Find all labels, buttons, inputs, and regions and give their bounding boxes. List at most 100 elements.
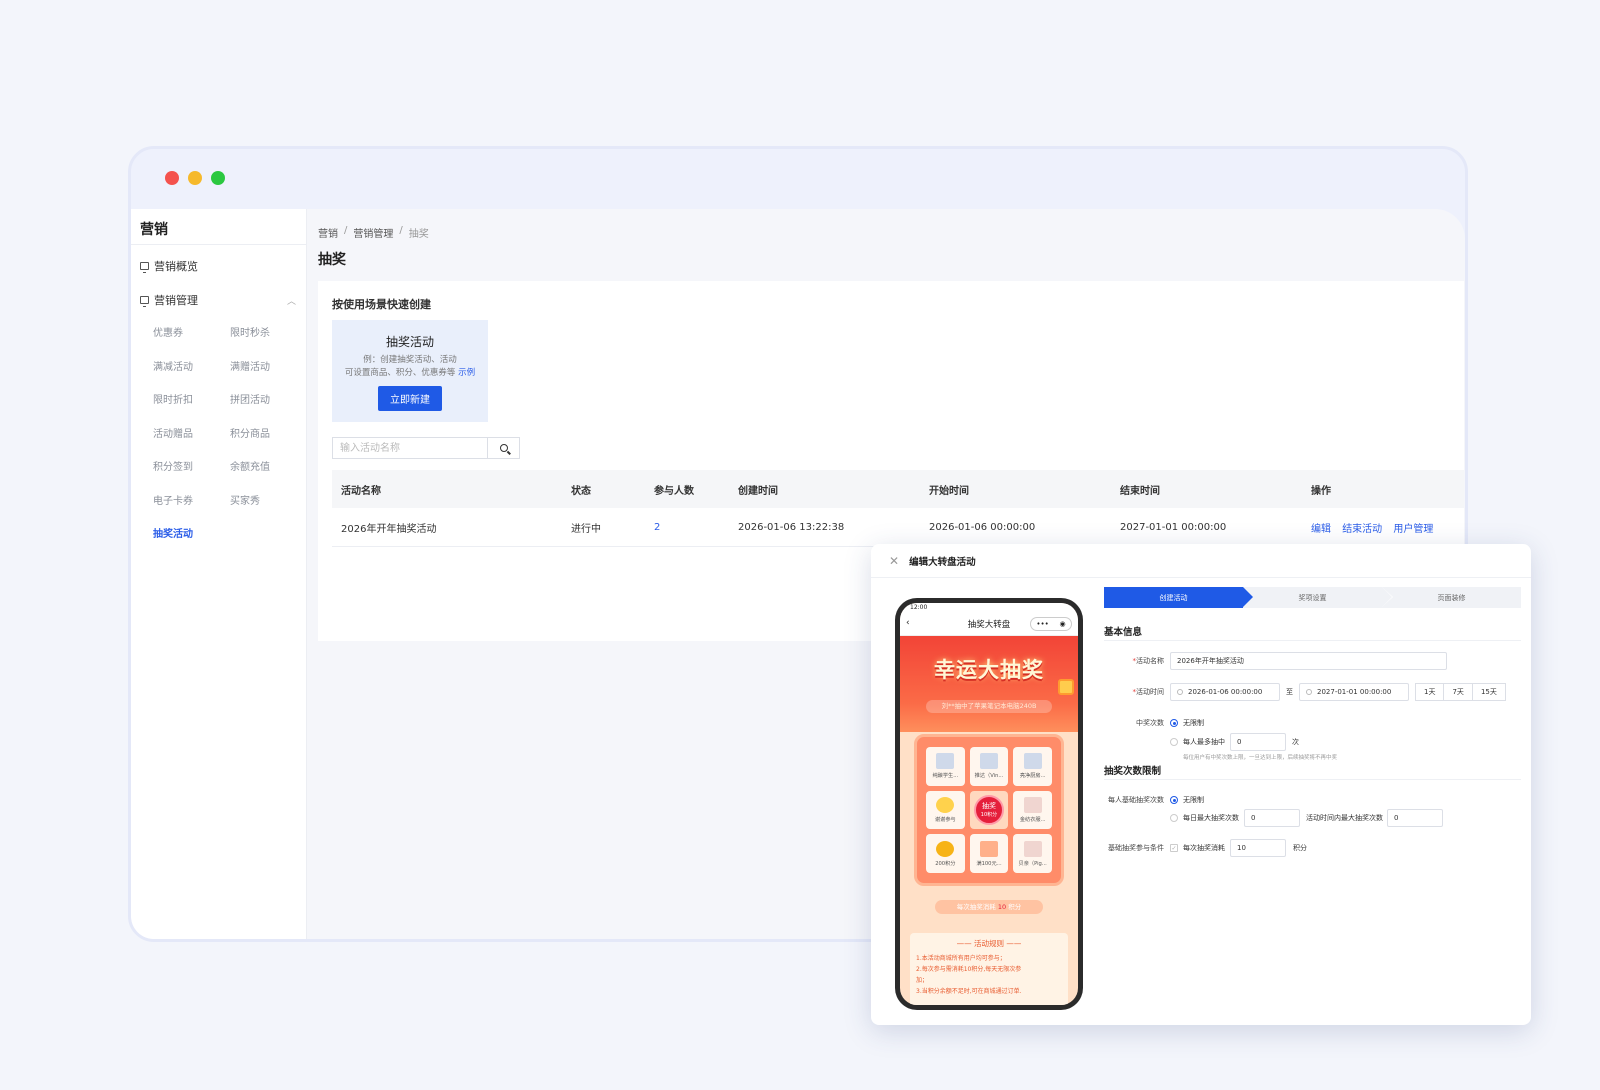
- sidebar-subitem-limited-discount[interactable]: 限时折扣: [153, 384, 230, 418]
- sidebar-subitem-flash-sale[interactable]: 限时秒杀: [230, 317, 307, 351]
- breadcrumb-management[interactable]: 营销管理: [353, 225, 393, 240]
- rules-box: —— 活动规则 —— 1.本活动商城所有用户均可参与； 2.每次参与需消耗10积…: [910, 933, 1068, 1005]
- sidebar-subitem-discount-off[interactable]: 满减活动: [153, 351, 230, 385]
- sidebar-subitem-group-buy[interactable]: 拼团活动: [230, 384, 307, 418]
- search-input[interactable]: [333, 438, 487, 458]
- quick-15-day-button[interactable]: 15天: [1471, 683, 1506, 701]
- prize-image-icon: [1023, 796, 1042, 813]
- per-draw-cost-checkbox[interactable]: ✓: [1170, 844, 1178, 852]
- cell-operations: 编辑 结束活动 用户管理: [1311, 520, 1464, 535]
- quick-7-day-button[interactable]: 7天: [1443, 683, 1473, 701]
- maximize-window-button[interactable]: [211, 171, 225, 185]
- breadcrumb-marketing[interactable]: 营销: [318, 225, 338, 240]
- activity-name-row: *活动名称 2026年开年抽奖活动: [1104, 652, 1447, 670]
- winner-marquee: 刘**抽中了苹果笔记本电脑240B: [926, 700, 1052, 713]
- page-title: 抽奖: [318, 252, 346, 268]
- table-header: 活动名称 状态 参与人数 创建时间 开始时间 结束时间 操作: [332, 470, 1464, 508]
- cell-end: 2027-01-01 00:00:00: [1120, 521, 1227, 533]
- base-draw-row: 每人基础抽奖次数 无限制: [1108, 796, 1204, 804]
- prize-cell: 贝亲（Pig...: [1013, 834, 1052, 873]
- chevron-up-icon: ︿: [286, 296, 296, 307]
- create-now-button[interactable]: 立即新建: [378, 386, 442, 411]
- close-window-button[interactable]: [165, 171, 179, 185]
- cell-participants-link[interactable]: 2: [654, 522, 738, 533]
- search-box: [332, 437, 520, 459]
- table-row: 2026年开年抽奖活动 进行中 2 2026-01-06 13:22:38 20…: [332, 508, 1464, 547]
- per-draw-cost-input[interactable]: 10: [1230, 839, 1286, 857]
- sidebar-item-label: 营销概览: [154, 260, 198, 273]
- prize-cell: 纯酿学生...: [926, 747, 965, 786]
- example-link[interactable]: 示例: [458, 368, 475, 378]
- cell-created: 2026-01-06 13:22:38: [738, 521, 845, 533]
- sidebar-subitem-gifts[interactable]: 活动赠品: [153, 418, 230, 452]
- max-win-input[interactable]: 0: [1230, 733, 1286, 751]
- sidebar-subitem-ecard[interactable]: 电子卡券: [153, 485, 230, 519]
- sidebar-submenu: 优惠券 限时秒杀 满减活动 满赠活动 限时折扣 拼团活动 活动赠品 积分商品 积…: [131, 317, 306, 552]
- step-bar: 创建活动 奖项设置 页面装修: [1104, 587, 1521, 608]
- capsule-menu-icon: ••• ◉: [1030, 617, 1072, 631]
- sidebar-subitem-recharge[interactable]: 余额充值: [230, 451, 307, 485]
- clock-icon: [1177, 689, 1183, 695]
- card-description: 例：创建抽奖活动、活动 可设置商品、积分、优惠券等 示例: [344, 355, 476, 378]
- start-time-input[interactable]: 2026-01-06 00:00:00: [1170, 683, 1280, 701]
- step-page-design[interactable]: 页面装修: [1382, 587, 1521, 608]
- draw-cost-pill: 每次抽奖消耗 10 积分: [935, 900, 1043, 914]
- step-create[interactable]: 创建活动: [1104, 587, 1253, 608]
- sidebar-item-management[interactable]: 营销管理 ︿: [131, 283, 306, 317]
- window-controls: [165, 171, 225, 185]
- prize-image-icon: [979, 753, 998, 770]
- search-icon: [499, 444, 508, 452]
- sidebar-subitem-lottery[interactable]: 抽奖活动: [153, 518, 230, 552]
- period-max-input[interactable]: 0: [1387, 809, 1443, 827]
- phone-nav-bar: ‹ 抽奖大转盘 ••• ◉: [900, 612, 1078, 636]
- sidebar-subitem-coupon[interactable]: 优惠券: [153, 317, 230, 351]
- sidebar-title: 营销: [131, 209, 306, 245]
- rules-title: —— 活动规则 ——: [956, 939, 1022, 948]
- activity-name-input[interactable]: 2026年开年抽奖活动: [1170, 652, 1447, 670]
- sidebar-item-label: 营销管理: [154, 294, 198, 307]
- win-hint-row: 每位用户有中奖次数上限，一旦达到上限，后续抽奖将不再中奖: [1183, 755, 1338, 761]
- cell-start: 2026-01-06 00:00:00: [929, 521, 1036, 533]
- sidebar: 营销 营销概览 营销管理 ︿ 优惠券 限时秒杀 满减活动 满赠活动 限时折扣 拼…: [131, 209, 307, 939]
- draw-cell: 抽奖 10积分: [969, 790, 1009, 830]
- breadcrumb-current: 抽奖: [408, 229, 429, 240]
- minimize-window-button[interactable]: [188, 171, 202, 185]
- dialog-title: 编辑大转盘活动: [909, 557, 976, 568]
- sidebar-subitem-checkin[interactable]: 积分签到: [153, 451, 230, 485]
- draw-limit-title: 抽奖次数限制: [1104, 766, 1162, 777]
- sidebar-subitem-gift-promo[interactable]: 满赠活动: [230, 351, 307, 385]
- step-prizes[interactable]: 奖项设置: [1243, 587, 1393, 608]
- quick-create-card: 抽奖活动 例：创建抽奖活动、活动 可设置商品、积分、优惠券等 示例 立即新建: [332, 320, 488, 422]
- user-management-link[interactable]: 用户管理: [1393, 524, 1433, 535]
- end-time-input[interactable]: 2027-01-01 00:00:00: [1299, 683, 1409, 701]
- sidebar-subitem-buyer-show[interactable]: 买家秀: [230, 485, 307, 519]
- end-activity-link[interactable]: 结束活动: [1342, 524, 1382, 535]
- monitor-icon: [140, 296, 149, 307]
- prize-image-icon: [1023, 840, 1042, 857]
- unlimited-win-radio[interactable]: [1170, 719, 1178, 727]
- search-button[interactable]: [487, 438, 519, 458]
- quick-1-day-button[interactable]: 1天: [1415, 683, 1445, 701]
- edit-link[interactable]: 编辑: [1311, 524, 1331, 535]
- sidebar-item-overview[interactable]: 营销概览: [131, 249, 306, 283]
- unlimited-draw-radio[interactable]: [1170, 796, 1178, 804]
- phone-status-bar: 12:00: [900, 603, 1078, 612]
- dialog-header: ✕ 编辑大转盘活动: [889, 554, 976, 568]
- close-icon[interactable]: ✕: [889, 554, 899, 568]
- coupon-icon: [979, 840, 998, 857]
- limited-draw-radio[interactable]: [1170, 814, 1178, 822]
- banner-title: 幸运大抽奖: [934, 658, 1044, 682]
- max-win-radio[interactable]: [1170, 738, 1178, 746]
- coin-icon: [936, 840, 955, 857]
- monitor-icon: [140, 262, 149, 273]
- clock-icon: [1306, 689, 1312, 695]
- max-win-row: 每人最多抽中 0 次: [1104, 733, 1299, 751]
- prize-cell: 推达（Vin...: [969, 747, 1009, 786]
- activity-table: 活动名称 状态 参与人数 创建时间 开始时间 结束时间 操作 2026年开年抽奖…: [332, 470, 1464, 547]
- sidebar-subitem-points-goods[interactable]: 积分商品: [230, 418, 307, 452]
- card-title: 抽奖活动: [385, 335, 434, 349]
- draw-button[interactable]: 抽奖 10积分: [973, 794, 1004, 825]
- win-count-row: 中奖次数 无限制: [1136, 719, 1204, 727]
- back-icon: ‹: [906, 618, 910, 628]
- daily-max-input[interactable]: 0: [1244, 809, 1300, 827]
